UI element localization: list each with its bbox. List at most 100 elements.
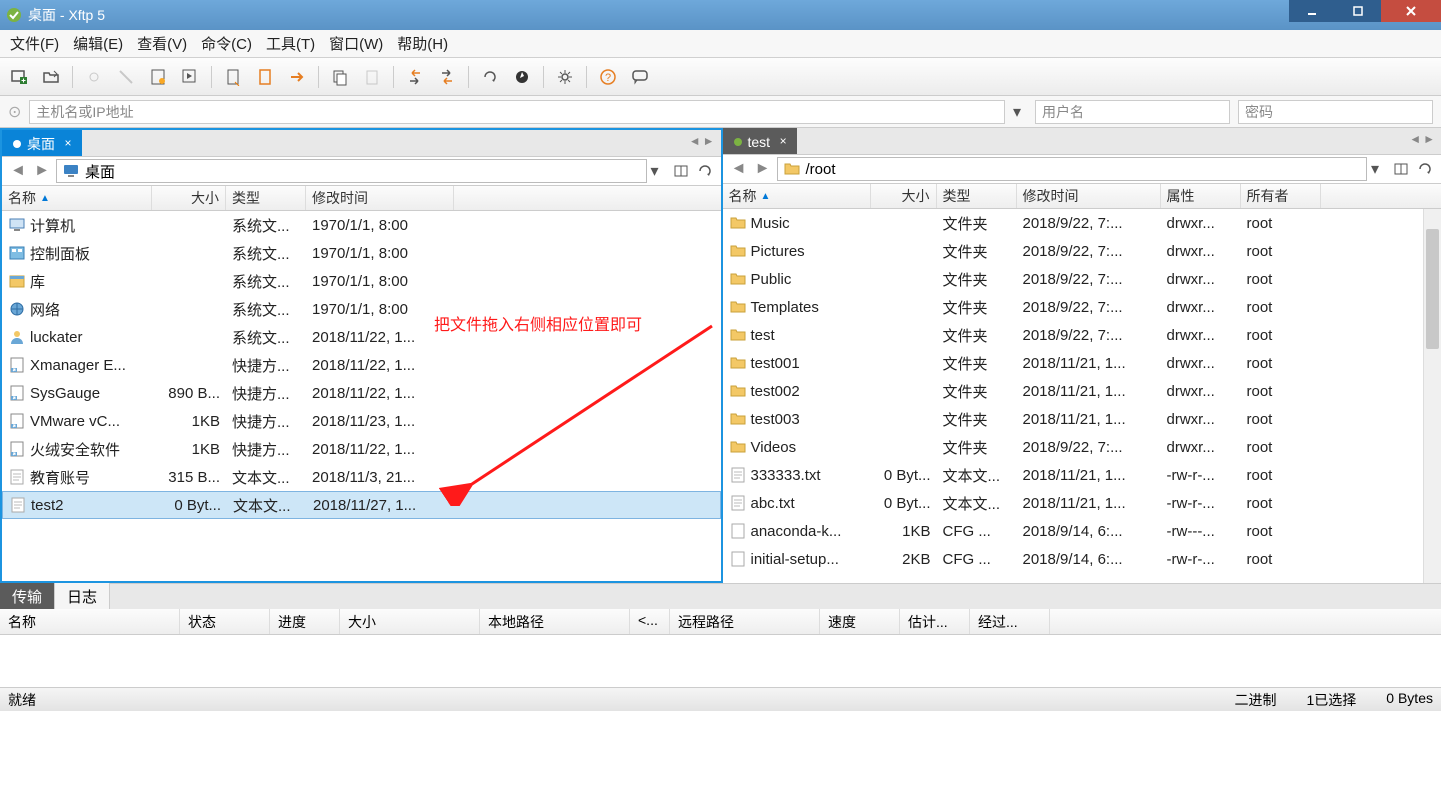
maximize-button[interactable]: [1335, 0, 1381, 22]
tab-next-icon[interactable]: ►: [1423, 132, 1435, 146]
transfer-column-header[interactable]: 进度: [270, 609, 340, 634]
column-header[interactable]: 属性: [1161, 184, 1241, 208]
arrow-right-icon[interactable]: [286, 66, 308, 88]
file-row[interactable]: 网络系统文...1970/1/1, 8:00: [2, 295, 721, 323]
file-row[interactable]: initial-setup...2KBCFG ...2018/9/14, 6:.…: [723, 545, 1441, 573]
tab-close-icon[interactable]: ×: [61, 137, 75, 151]
file-row[interactable]: Videos文件夹2018/9/22, 7:...drwxr...root: [723, 433, 1441, 461]
new-file-icon[interactable]: [222, 66, 244, 88]
forward-icon[interactable]: ►: [753, 159, 773, 179]
tab-prev-icon[interactable]: ◄: [1409, 132, 1421, 146]
transfer-column-header[interactable]: 估计...: [900, 609, 970, 634]
file-row[interactable]: VMware vC...1KB快捷方...2018/11/23, 1...: [2, 407, 721, 435]
back-icon[interactable]: ◄: [729, 159, 749, 179]
path-dropdown-icon[interactable]: ▾: [651, 161, 667, 181]
transfer-column-header[interactable]: 状态: [180, 609, 270, 634]
file-row[interactable]: Pictures文件夹2018/9/22, 7:...drwxr...root: [723, 237, 1441, 265]
column-header[interactable]: 修改时间: [1017, 184, 1161, 208]
dropdown-icon[interactable]: ▾: [1013, 102, 1027, 122]
file-row[interactable]: Xmanager E...快捷方...2018/11/22, 1...: [2, 351, 721, 379]
file-row[interactable]: test001文件夹2018/11/21, 1...drwxr...root: [723, 349, 1441, 377]
file-row[interactable]: test20 Byt...文本文...2018/11/27, 1...: [2, 491, 721, 519]
file-row[interactable]: luckater系统文...2018/11/22, 1...: [2, 323, 721, 351]
file-row[interactable]: test002文件夹2018/11/21, 1...drwxr...root: [723, 377, 1441, 405]
file-row[interactable]: Templates文件夹2018/9/22, 7:...drwxr...root: [723, 293, 1441, 321]
transfer-column-header[interactable]: 大小: [340, 609, 480, 634]
forward-icon[interactable]: ►: [32, 161, 52, 181]
local-filelist[interactable]: 把文件拖入右侧相应位置即可 计算机系统文...1970/1/1, 8:00控制面…: [2, 211, 721, 581]
file-row[interactable]: test文件夹2018/9/22, 7:...drwxr...root: [723, 321, 1441, 349]
remote-filelist[interactable]: Music文件夹2018/9/22, 7:...drwxr...rootPict…: [723, 209, 1441, 583]
column-header[interactable]: 所有者: [1241, 184, 1321, 208]
bookmark-icon[interactable]: [1391, 159, 1411, 179]
link-icon[interactable]: [83, 66, 105, 88]
column-header[interactable]: 大小: [871, 184, 937, 208]
play-dropdown-icon[interactable]: [179, 66, 201, 88]
transfer-column-header[interactable]: 远程路径: [670, 609, 820, 634]
disconnect-icon[interactable]: [115, 66, 137, 88]
bottom-tab[interactable]: 传输: [0, 583, 55, 609]
local-tab[interactable]: 桌面 ×: [2, 130, 82, 156]
paste-icon[interactable]: [361, 66, 383, 88]
copy-icon[interactable]: [329, 66, 351, 88]
menu-item[interactable]: 工具(T): [266, 33, 315, 54]
column-header[interactable]: 修改时间: [306, 186, 454, 210]
file-row[interactable]: 库系统文...1970/1/1, 8:00: [2, 267, 721, 295]
scrollbar-thumb[interactable]: [1426, 229, 1439, 349]
file-row[interactable]: 教育账号315 B...文本文...2018/11/3, 21...: [2, 463, 721, 491]
column-header[interactable]: 名称▲: [2, 186, 152, 210]
column-header[interactable]: 类型: [937, 184, 1017, 208]
sync-left-icon[interactable]: [404, 66, 426, 88]
properties-icon[interactable]: [147, 66, 169, 88]
column-header[interactable]: 名称▲: [723, 184, 871, 208]
menu-item[interactable]: 编辑(E): [73, 33, 123, 54]
refresh-icon[interactable]: [479, 66, 501, 88]
minimize-button[interactable]: [1289, 0, 1335, 22]
back-icon[interactable]: ◄: [8, 161, 28, 181]
local-path-input[interactable]: 桌面: [56, 159, 647, 183]
close-button[interactable]: [1381, 0, 1441, 22]
bottom-tab[interactable]: 日志: [55, 583, 110, 609]
transfer-column-header[interactable]: 经过...: [970, 609, 1050, 634]
transfer-column-header[interactable]: <...: [630, 609, 670, 634]
path-dropdown-icon[interactable]: ▾: [1371, 159, 1387, 179]
menu-item[interactable]: 帮助(H): [397, 33, 448, 54]
refresh-panel-icon[interactable]: [1415, 159, 1435, 179]
menu-item[interactable]: 文件(F): [10, 33, 59, 54]
new-tab-icon[interactable]: [8, 66, 30, 88]
bookmark-icon[interactable]: [671, 161, 691, 181]
file-row[interactable]: abc.txt0 Byt...文本文...2018/11/21, 1...-rw…: [723, 489, 1441, 517]
username-input[interactable]: [1035, 100, 1230, 124]
file-row[interactable]: Public文件夹2018/9/22, 7:...drwxr...root: [723, 265, 1441, 293]
tab-close-icon[interactable]: ×: [776, 135, 790, 149]
remote-tab[interactable]: test ×: [723, 128, 798, 154]
refresh-panel-icon[interactable]: [695, 161, 715, 181]
transfer-column-header[interactable]: 速度: [820, 609, 900, 634]
password-input[interactable]: [1238, 100, 1433, 124]
column-header[interactable]: 大小: [152, 186, 226, 210]
help-icon[interactable]: ?: [597, 66, 619, 88]
chat-icon[interactable]: [629, 66, 651, 88]
remote-path-input[interactable]: /root: [777, 157, 1368, 181]
file-row[interactable]: 火绒安全软件1KB快捷方...2018/11/22, 1...: [2, 435, 721, 463]
menu-item[interactable]: 命令(C): [201, 33, 252, 54]
file-row[interactable]: 控制面板系统文...1970/1/1, 8:00: [2, 239, 721, 267]
file-row[interactable]: 333333.txt0 Byt...文本文...2018/11/21, 1...…: [723, 461, 1441, 489]
scrollbar[interactable]: [1423, 209, 1441, 583]
file-row[interactable]: 计算机系统文...1970/1/1, 8:00: [2, 211, 721, 239]
navigate-icon[interactable]: [511, 66, 533, 88]
file-row[interactable]: SysGauge890 B...快捷方...2018/11/22, 1...: [2, 379, 721, 407]
menu-item[interactable]: 查看(V): [137, 33, 187, 54]
tab-prev-icon[interactable]: ◄: [689, 134, 701, 148]
file-row[interactable]: anaconda-k...1KBCFG ...2018/9/14, 6:...-…: [723, 517, 1441, 545]
transfer-column-header[interactable]: 本地路径: [480, 609, 630, 634]
host-input[interactable]: [29, 100, 1005, 124]
document-icon[interactable]: [254, 66, 276, 88]
file-row[interactable]: Music文件夹2018/9/22, 7:...drwxr...root: [723, 209, 1441, 237]
tab-next-icon[interactable]: ►: [703, 134, 715, 148]
menu-item[interactable]: 窗口(W): [329, 33, 383, 54]
settings-icon[interactable]: [554, 66, 576, 88]
transfer-column-header[interactable]: 名称: [0, 609, 180, 634]
file-row[interactable]: test003文件夹2018/11/21, 1...drwxr...root: [723, 405, 1441, 433]
sync-right-icon[interactable]: [436, 66, 458, 88]
